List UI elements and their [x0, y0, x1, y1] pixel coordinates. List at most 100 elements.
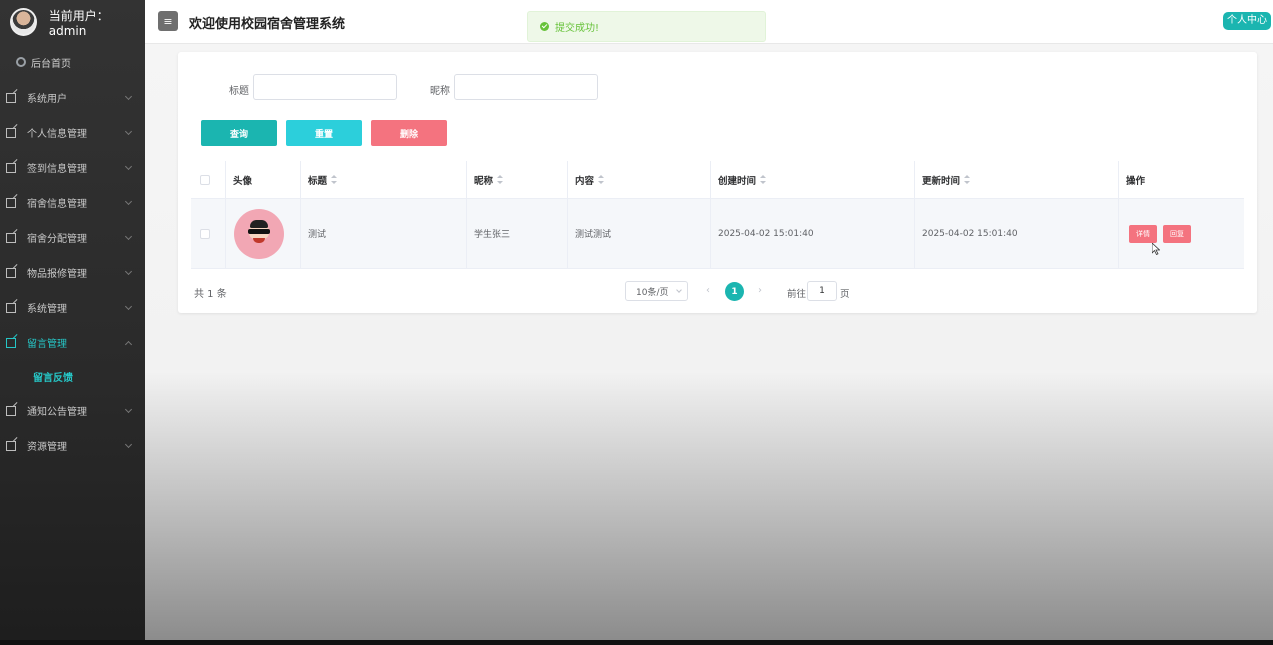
chevron-down-icon — [124, 197, 133, 206]
reply-button[interactable]: 回复 — [1163, 224, 1191, 243]
sidebar-item-dorm-assign[interactable]: 宿舍分配管理 — [0, 220, 145, 255]
sort-icon[interactable] — [497, 175, 504, 184]
sort-icon[interactable] — [964, 175, 971, 184]
edit-icon — [6, 405, 16, 416]
edit-icon — [6, 127, 16, 138]
toast-message: 提交成功! — [555, 23, 600, 34]
updated-time-cell: 2025-04-02 15:01:40 — [915, 199, 1119, 268]
column-header-label: 内容 — [575, 175, 595, 187]
content-cell: 测试测试 — [568, 199, 711, 268]
sidebar-item-label: 留言管理 — [27, 339, 67, 350]
gear-icon — [16, 57, 26, 67]
sidebar-item-label: 通知公告管理 — [27, 407, 87, 418]
column-header-label: 更新时间 — [922, 175, 961, 187]
edit-icon — [6, 302, 16, 313]
sidebar-item-label: 个人信息管理 — [27, 129, 87, 140]
main-content: 标题 昵称 查询 重置 删除 头像 标题 昵称 内容 创建时间 更新时间 操作 — [145, 44, 1273, 640]
detail-button[interactable]: 详情 — [1129, 224, 1157, 243]
chevron-down-icon — [124, 267, 133, 276]
edit-icon — [6, 92, 16, 103]
check-circle-icon — [540, 22, 549, 31]
edit-icon — [6, 197, 16, 208]
title-search-label: 标题 — [229, 86, 249, 97]
sidebar-item-label: 资源管理 — [27, 442, 67, 453]
column-header[interactable]: 更新时间 — [915, 161, 1119, 198]
chevron-down-icon — [124, 302, 133, 311]
sidebar-item-notices[interactable]: 通知公告管理 — [0, 393, 145, 428]
prev-page-button[interactable]: ‹ — [706, 285, 710, 296]
edit-icon — [6, 440, 16, 451]
sidebar: 当前用户： admin 后台首页 系统用户 个人信息管理 签到信息管理 宿舍信息… — [0, 0, 145, 640]
nickname-search-input[interactable] — [454, 74, 598, 100]
column-header-label: 标题 — [308, 175, 328, 187]
page-title: 欢迎使用校园宿舍管理系统 — [189, 17, 346, 32]
select-all-cell — [191, 161, 226, 198]
sidebar-item-label: 宿舍信息管理 — [27, 199, 87, 210]
title-cell: 测试 — [301, 199, 467, 268]
row-checkbox[interactable] — [200, 228, 210, 239]
sidebar-item-messages[interactable]: 留言管理 — [0, 325, 145, 360]
sidebar-item-dorm-info[interactable]: 宿舍信息管理 — [0, 185, 145, 220]
sidebar-subitem-feedback[interactable]: 留言反馈 — [0, 360, 145, 393]
sidebar-item-personal-info[interactable]: 个人信息管理 — [0, 115, 145, 150]
nickname-search-label: 昵称 — [430, 86, 450, 97]
column-header-label: 昵称 — [474, 175, 494, 187]
sidebar-item-label: 系统用户 — [27, 94, 67, 105]
edit-icon — [6, 267, 16, 278]
pagination-total: 共 1 条 — [194, 289, 227, 300]
delete-button[interactable]: 删除 — [371, 120, 447, 146]
title-search-input[interactable] — [253, 74, 397, 100]
avatar-image — [234, 208, 284, 259]
avatar-cell — [226, 199, 301, 268]
top-header: ≡ 欢迎使用校园宿舍管理系统 提交成功! 个人中心 — [145, 0, 1273, 44]
goto-suffix: 页 — [840, 289, 850, 300]
chevron-down-icon — [124, 405, 133, 414]
avatar[interactable] — [10, 8, 37, 36]
nickname-cell: 学生张三 — [467, 199, 568, 268]
edit-icon — [6, 232, 16, 243]
page-number-current[interactable]: 1 — [725, 282, 744, 301]
sidebar-item-repair[interactable]: 物品报修管理 — [0, 255, 145, 290]
page-size-select[interactable]: 10条/页 — [625, 281, 688, 301]
success-toast: 提交成功! — [527, 11, 766, 42]
hamburger-icon[interactable]: ≡ — [158, 11, 178, 31]
edit-icon — [6, 337, 16, 348]
next-page-button[interactable]: › — [758, 285, 762, 296]
column-header: 操作 — [1126, 175, 1146, 187]
page-size-value: 10条/页 — [636, 287, 669, 298]
sidebar-item-system-users[interactable]: 系统用户 — [0, 80, 145, 115]
chevron-down-icon — [124, 92, 133, 101]
sidebar-item-label: 后台首页 — [31, 58, 71, 70]
query-button[interactable]: 查询 — [201, 120, 277, 146]
reset-button[interactable]: 重置 — [286, 120, 362, 146]
column-header[interactable]: 创建时间 — [711, 161, 915, 198]
sort-icon[interactable] — [760, 175, 767, 184]
table-header: 头像 标题 昵称 内容 创建时间 更新时间 操作 — [191, 161, 1244, 199]
chevron-down-icon — [124, 127, 133, 136]
column-header[interactable]: 标题 — [301, 161, 467, 198]
mouse-cursor-icon — [1152, 243, 1160, 255]
sidebar-item-label: 物品报修管理 — [27, 269, 87, 280]
select-all-checkbox[interactable] — [200, 174, 210, 185]
data-table: 头像 标题 昵称 内容 创建时间 更新时间 操作 测试 学生张三 测试测试 20… — [191, 161, 1244, 269]
column-header[interactable]: 昵称 — [467, 161, 568, 198]
user-info: 当前用户： admin — [0, 0, 145, 44]
sidebar-item-resources[interactable]: 资源管理 — [0, 428, 145, 463]
sidebar-item-checkin[interactable]: 签到信息管理 — [0, 150, 145, 185]
chevron-up-icon — [124, 340, 133, 349]
created-time-cell: 2025-04-02 15:01:40 — [711, 199, 915, 268]
column-header: 头像 — [226, 161, 301, 198]
row-select-cell — [191, 199, 226, 268]
goto-page-input[interactable]: 1 — [807, 281, 837, 301]
bottom-bar — [0, 640, 1273, 645]
chevron-down-icon — [124, 162, 133, 171]
profile-center-button[interactable]: 个人中心 — [1223, 12, 1271, 30]
goto-label: 前往 — [787, 289, 807, 300]
column-header[interactable]: 内容 — [568, 161, 711, 198]
sort-icon[interactable] — [598, 175, 605, 184]
sidebar-item-system[interactable]: 系统管理 — [0, 290, 145, 325]
edit-icon — [6, 162, 16, 173]
sort-icon[interactable] — [331, 175, 338, 184]
sidebar-item-home[interactable]: 后台首页 — [0, 44, 145, 80]
table-row: 测试 学生张三 测试测试 2025-04-02 15:01:40 2025-04… — [191, 199, 1244, 269]
